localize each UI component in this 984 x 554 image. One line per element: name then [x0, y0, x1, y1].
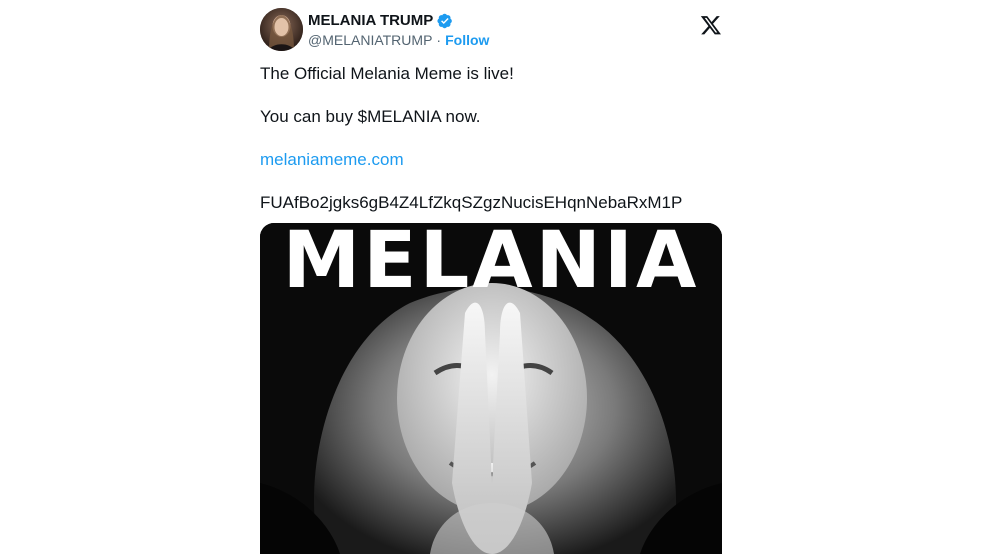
media-overlay-text: MELANIA	[282, 223, 700, 306]
verified-badge-icon	[437, 13, 453, 28]
contract-address: FUAfBo2jgks6gB4Z4LfZkqSZgzNucisEHqnNebaR…	[260, 193, 683, 212]
tweet-link[interactable]: melaniameme.com	[260, 150, 404, 170]
follow-button[interactable]: Follow	[445, 32, 489, 48]
separator: ·	[436, 32, 442, 48]
handle[interactable]: @MELANIATRUMP	[308, 32, 432, 48]
avatar-image	[260, 8, 303, 51]
avatar[interactable]	[260, 8, 303, 51]
tweet-text-line-1: The Official Melania Meme is live!	[260, 64, 514, 83]
tweet-card: MELANIA TRUMP @MELANIATRUMP · Follow The…	[260, 0, 722, 554]
name-row: MELANIA TRUMP	[308, 12, 453, 29]
handle-row: @MELANIATRUMP · Follow	[308, 32, 489, 48]
x-logo-icon[interactable]	[700, 14, 722, 36]
tweet-text-line-2: You can buy $MELANIA now.	[260, 107, 481, 126]
display-name[interactable]: MELANIA TRUMP	[308, 12, 433, 29]
tweet-media[interactable]: MELANIA	[260, 223, 722, 554]
tweet-header: MELANIA TRUMP @MELANIATRUMP · Follow	[260, 8, 722, 52]
